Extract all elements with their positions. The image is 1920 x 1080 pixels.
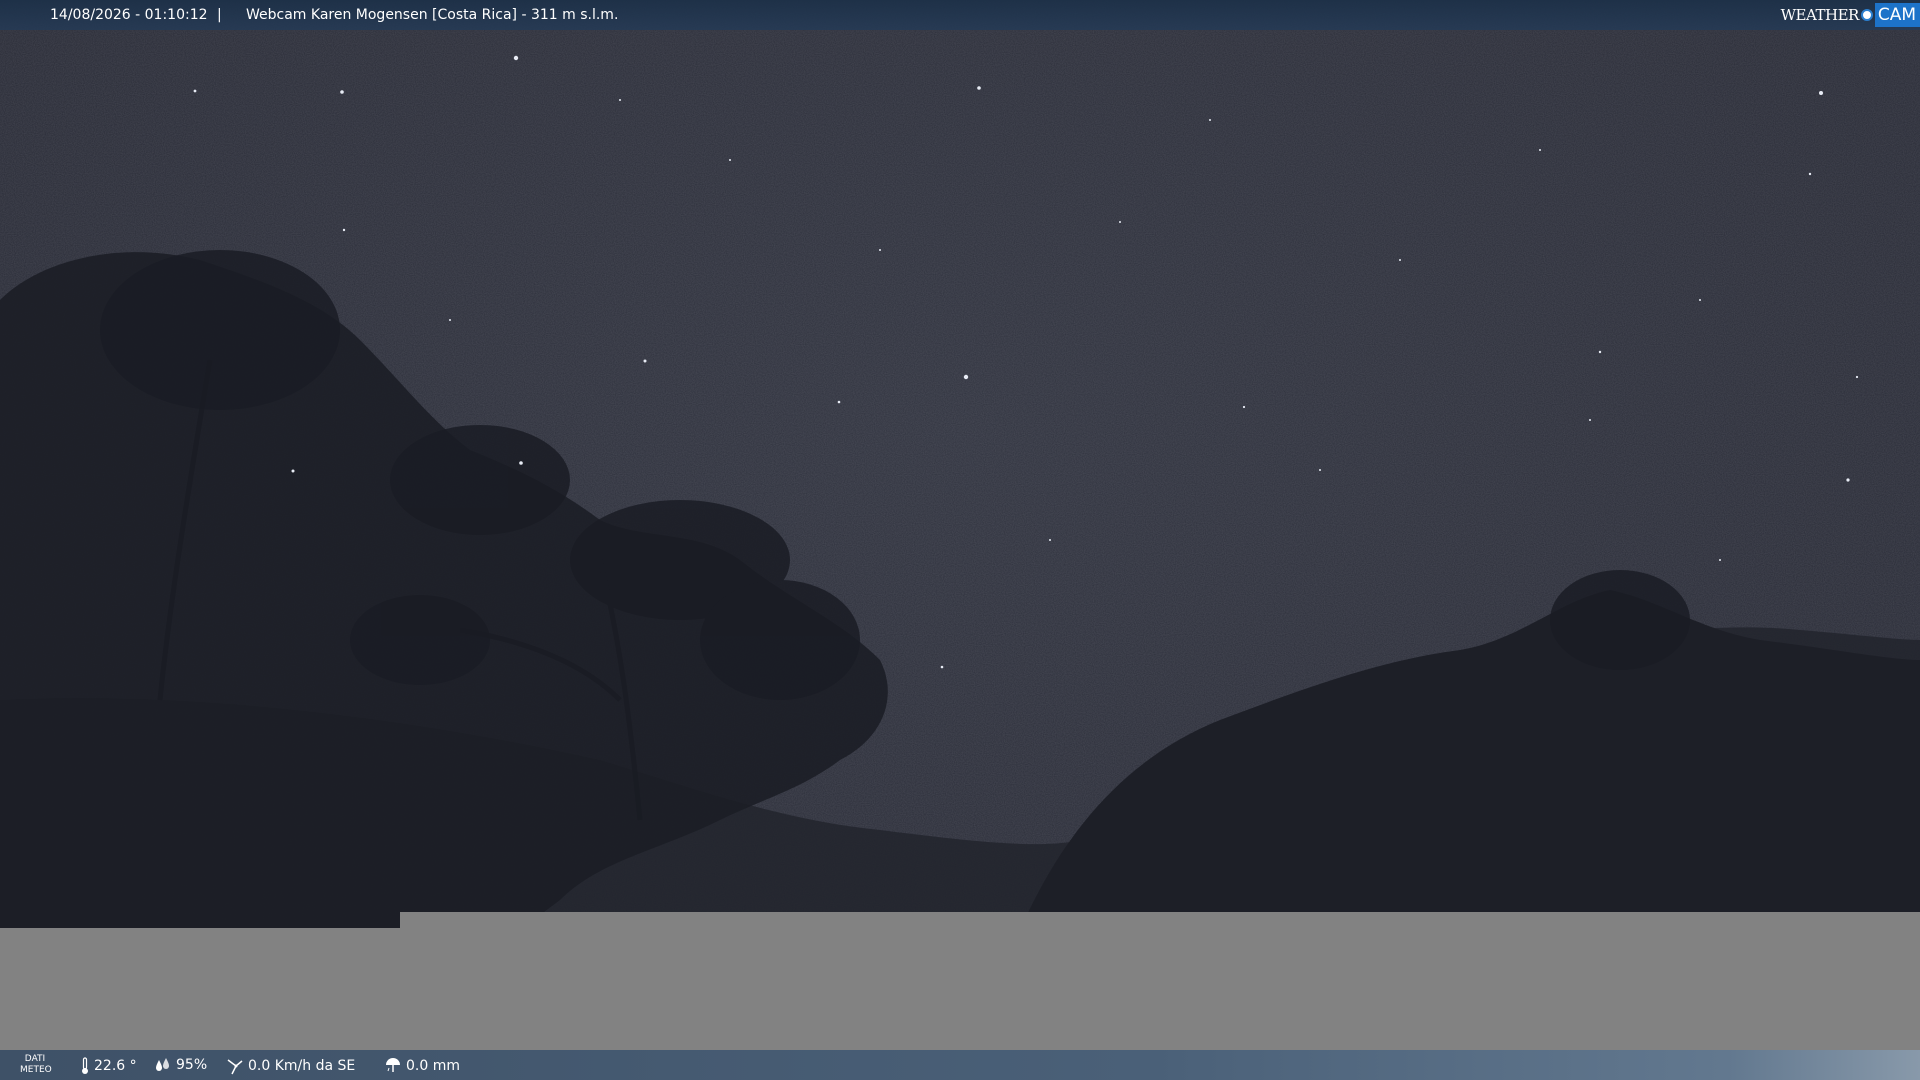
weathercam-logo[interactable]: WEATHER CAM (1781, 0, 1920, 30)
wind-value: 0.0 Km/h da SE (248, 1058, 356, 1074)
wind-reading: 0.0 Km/h da SE (226, 1057, 355, 1075)
humidity-drop-icon (156, 1058, 169, 1071)
dati-meteo-label: DATI METEO (20, 1054, 52, 1076)
thermometer-icon (82, 1057, 88, 1074)
rain-reading: 0.0 mm (384, 1057, 460, 1075)
humidity-reading: 95% (154, 1057, 207, 1073)
humidity-value: 95% (176, 1057, 208, 1073)
dati-label-line1: DATI (24, 1054, 46, 1064)
logo-weather-text: WEATHER (1780, 6, 1860, 24)
timestamp: 14/08/2026 - 01:10:12 (50, 7, 208, 23)
logo-globe-icon (1860, 9, 1873, 21)
wind-icon (227, 1059, 243, 1075)
temperature-value: 22.6 ° (94, 1058, 137, 1074)
webcam-title: Webcam Karen Mogensen [Costa Rica] - 311… (246, 7, 619, 23)
image-placeholder-panel (400, 912, 1920, 1050)
rain-value: 0.0 mm (406, 1058, 460, 1074)
dati-label-line2: METEO (20, 1065, 52, 1075)
rain-gauge-icon (386, 1058, 400, 1072)
image-placeholder-left (0, 928, 400, 1050)
weather-data-bar: DATI METEO 22.6 ° 95% 0.0 Km/h da SE 0.0… (0, 1050, 1920, 1080)
logo-cam-text: CAM (1874, 3, 1920, 27)
top-info-bar: 14/08/2026 - 01:10:12 | Webcam Karen Mog… (0, 0, 1920, 30)
temperature-reading: 22.6 ° (80, 1057, 137, 1075)
header-separator: | (217, 7, 222, 23)
